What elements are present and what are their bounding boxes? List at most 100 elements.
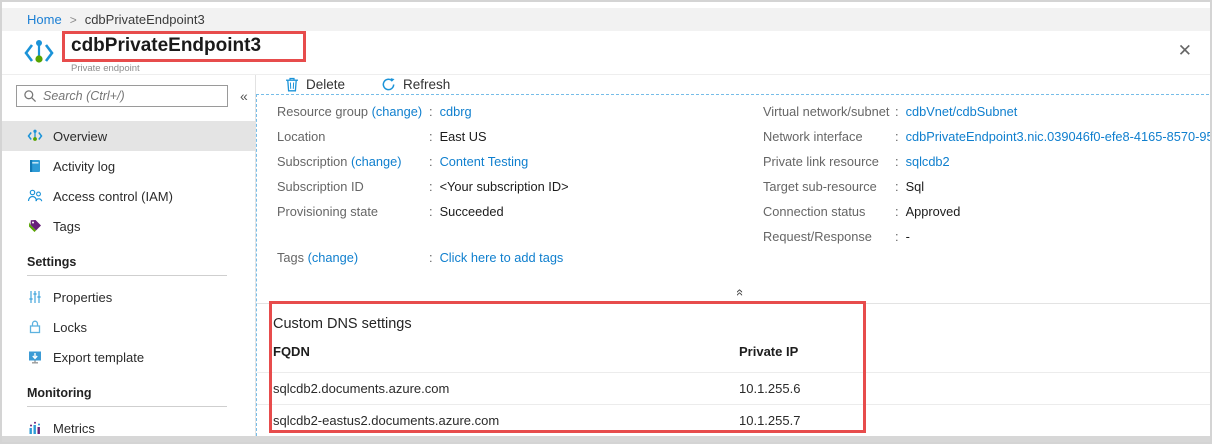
change-link[interactable]: (change) [308,250,359,265]
dns-table-row: sqlcdb2.documents.azure.com 10.1.255.6 [257,372,1212,404]
vnet-subnet-link[interactable]: cdbVnet/cdbSubnet [906,104,1018,119]
private-ip-cell: 10.1.255.6 [739,381,800,396]
colon: : [895,179,899,194]
sidebar-item-properties[interactable]: Properties [2,282,255,312]
sidebar-item-label: Metrics [53,421,95,436]
label-text: Tags [277,250,304,265]
essentials-right-column: Virtual network/subnet : cdbVnet/cdbSubn… [763,104,1212,275]
sidebar-item-locks[interactable]: Locks [2,312,255,342]
sidebar-item-label: Activity log [53,159,115,174]
essentials-row-request-response: Request/Response : - [763,229,1212,244]
export-template-icon [27,349,43,365]
essentials-label: Network interface [763,129,895,144]
sidebar-item-access-control[interactable]: Access control (IAM) [2,181,255,211]
essentials-label: Virtual network/subnet [763,104,895,119]
essentials-panel: Resource group (change) : cdbrg Location… [257,104,1212,275]
breadcrumb-home-link[interactable]: Home [27,12,62,27]
sidebar-item-label: Locks [53,320,87,335]
access-control-icon [27,188,43,204]
essentials-label: Private link resource [763,154,895,169]
close-icon[interactable]: ✕ [1178,41,1192,61]
properties-icon [27,289,43,305]
subscription-id-value: <Your subscription ID> [440,179,569,194]
delete-button[interactable]: Delete [285,77,345,92]
colon: : [895,204,899,219]
breadcrumb: Home > cdbPrivateEndpoint3 [2,8,1210,31]
colon: : [429,179,433,194]
overview-body: Resource group (change) : cdbrg Location… [256,94,1212,436]
essentials-row-private-link-resource: Private link resource : sqlcdb2 [763,154,1212,169]
refresh-button[interactable]: Refresh [381,77,450,92]
sidebar-item-metrics[interactable]: Metrics [2,413,255,443]
provisioning-state-value: Succeeded [440,204,504,219]
sidebar-item-label: Overview [53,129,107,144]
subscription-link[interactable]: Content Testing [440,154,529,169]
private-endpoint-icon [24,37,54,69]
change-link[interactable]: (change) [372,104,423,119]
private-link-resource-link[interactable]: sqlcdb2 [906,154,950,169]
custom-dns-title: Custom DNS settings [257,304,1212,344]
essentials-row-resource-group: Resource group (change) : cdbrg [277,104,763,119]
sidebar-item-label: Properties [53,290,112,305]
essentials-row-subscription-id: Subscription ID : <Your subscription ID> [277,179,763,194]
label-text: Resource group [277,104,368,119]
essentials-row-location: Location : East US [277,129,763,144]
sidebar-item-activity-log[interactable]: Activity log [2,151,255,181]
sidebar-collapse-icon[interactable]: « [240,89,248,103]
command-bar: Delete Refresh [256,75,1212,94]
sidebar-item-label: Export template [53,350,144,365]
page-title: cdbPrivateEndpoint3 [71,35,261,56]
colon: : [895,229,899,244]
label-text: Subscription [277,154,347,169]
refresh-icon [381,77,396,92]
essentials-row-provisioning-state: Provisioning state : Succeeded [277,204,763,219]
azure-portal-window: Home > cdbPrivateEndpoint3 cdbPrivateEnd… [0,0,1212,444]
essentials-row-vnet-subnet: Virtual network/subnet : cdbVnet/cdbSubn… [763,104,1212,119]
essentials-left-column: Resource group (change) : cdbrg Location… [277,104,763,275]
essentials-label: Request/Response [763,229,895,244]
add-tags-link[interactable]: Click here to add tags [440,250,564,265]
essentials-row-subscription: Subscription (change) : Content Testing [277,154,763,169]
search-input[interactable] [16,85,228,107]
fqdn-cell: sqlcdb2.documents.azure.com [273,381,739,396]
sidebar-item-label: Tags [53,219,80,234]
sidebar-item-tags[interactable]: Tags [2,211,255,241]
title-block: cdbPrivateEndpoint3 Private endpoint [62,31,306,74]
breadcrumb-current: cdbPrivateEndpoint3 [85,12,205,27]
location-value: East US [440,129,487,144]
search-icon [23,89,37,103]
delete-label: Delete [306,77,345,92]
colon: : [429,104,433,119]
collapse-essentials-icon[interactable]: « [733,289,748,296]
fqdn-cell: sqlcdb2-eastus2.documents.azure.com [273,413,739,428]
essentials-label: Provisioning state [277,204,429,219]
colon: : [895,129,899,144]
change-link[interactable]: (change) [351,154,402,169]
refresh-label: Refresh [403,77,450,92]
activity-log-icon [27,158,43,174]
fqdn-column-header: FQDN [273,344,739,359]
sidebar-search-row: « [2,85,255,107]
highlight-box-title: cdbPrivateEndpoint3 [62,31,306,62]
page-subtitle: Private endpoint [71,63,306,74]
network-interface-link[interactable]: cdbPrivateEndpoint3.nic.039046f0-efe8-41… [906,129,1212,144]
content-pane: Delete Refresh Resource group [256,75,1212,436]
sidebar-item-export-template[interactable]: Export template [2,342,255,372]
section-divider [27,275,227,276]
resource-group-link[interactable]: cdbrg [440,104,472,119]
connection-status-value: Approved [906,204,961,219]
essentials-label: Location [277,129,429,144]
essentials-label: Target sub-resource [763,179,895,194]
metrics-icon [27,420,43,436]
private-ip-column-header: Private IP [739,344,798,359]
essentials-collapse-row: « [257,284,1212,299]
sidebar-item-overview[interactable]: Overview [2,121,255,151]
essentials-row-connection-status: Connection status : Approved [763,204,1212,219]
sidebar-item-label: Access control (IAM) [53,189,173,204]
essentials-row-tags: Tags (change) : Click here to add tags [277,250,763,265]
trash-icon [285,77,299,92]
sidebar: « Overview [2,75,256,436]
custom-dns-section: Custom DNS settings FQDN Private IP sqlc… [257,304,1212,436]
sidebar-section-monitoring: Monitoring [2,372,255,406]
essentials-label: Subscription ID [277,179,429,194]
